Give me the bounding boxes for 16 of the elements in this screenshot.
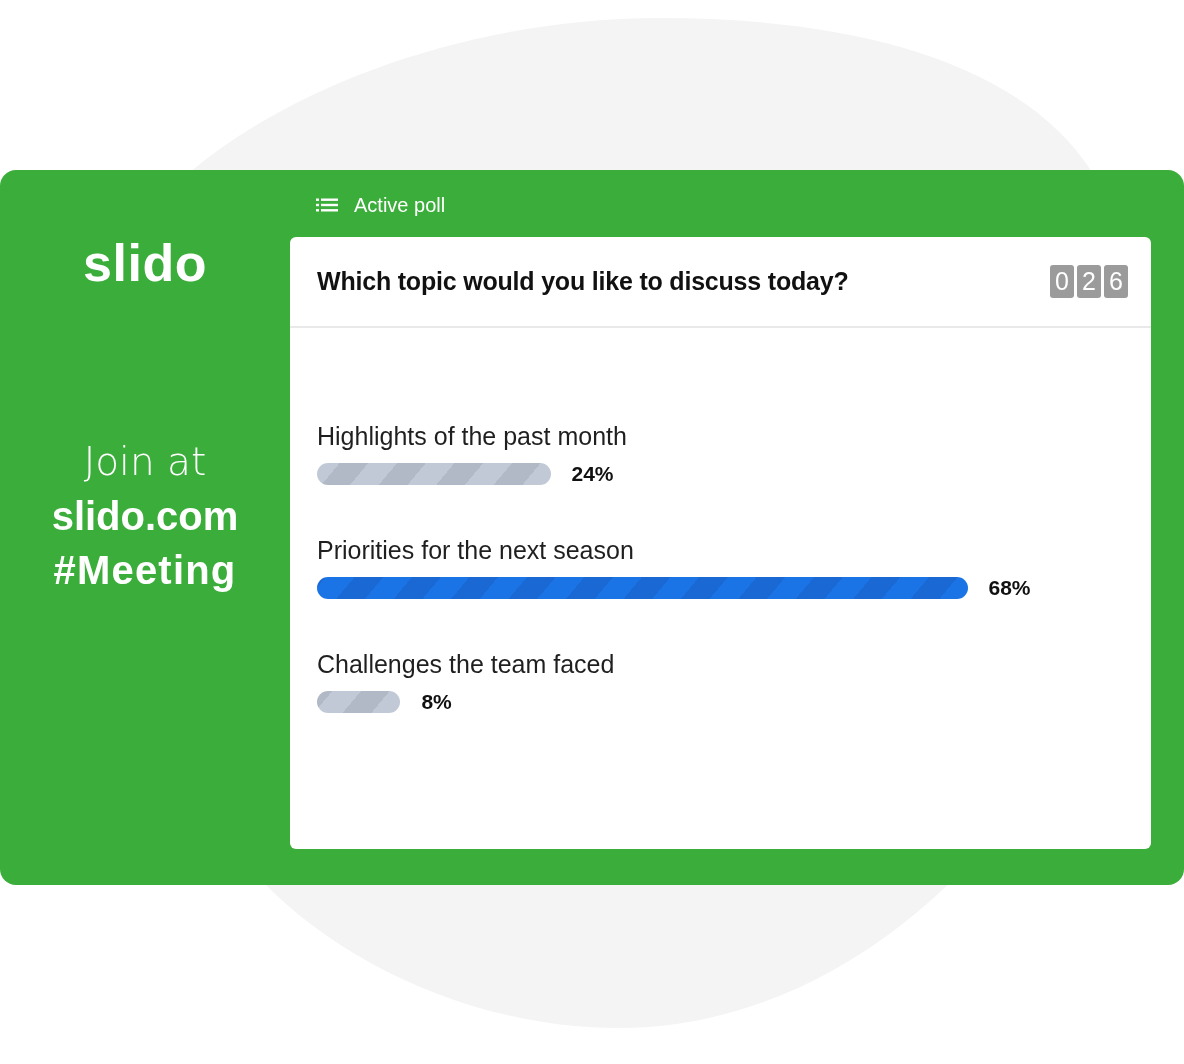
option-label: Challenges the team faced	[317, 650, 616, 678]
join-label: Join at	[83, 438, 207, 486]
poll-question: Which topic would you like to discuss today?	[317, 267, 849, 296]
join-url: slido.com	[51, 493, 239, 540]
event-code: #Meeting	[53, 547, 237, 594]
section-title: Active poll	[354, 193, 446, 217]
option-label: Priorities for the next season	[317, 536, 635, 564]
result-percent: 8%	[421, 690, 452, 714]
counter-digit: 6	[1104, 265, 1128, 298]
counter-digit: 2	[1077, 265, 1101, 298]
list-icon	[316, 198, 338, 212]
option-label: Highlights of the past month	[317, 422, 628, 450]
result-percent: 24%	[571, 462, 614, 486]
slido-logo: slido	[83, 233, 207, 293]
counter-digit: 0	[1050, 265, 1074, 298]
result-percent: 68%	[988, 576, 1031, 600]
